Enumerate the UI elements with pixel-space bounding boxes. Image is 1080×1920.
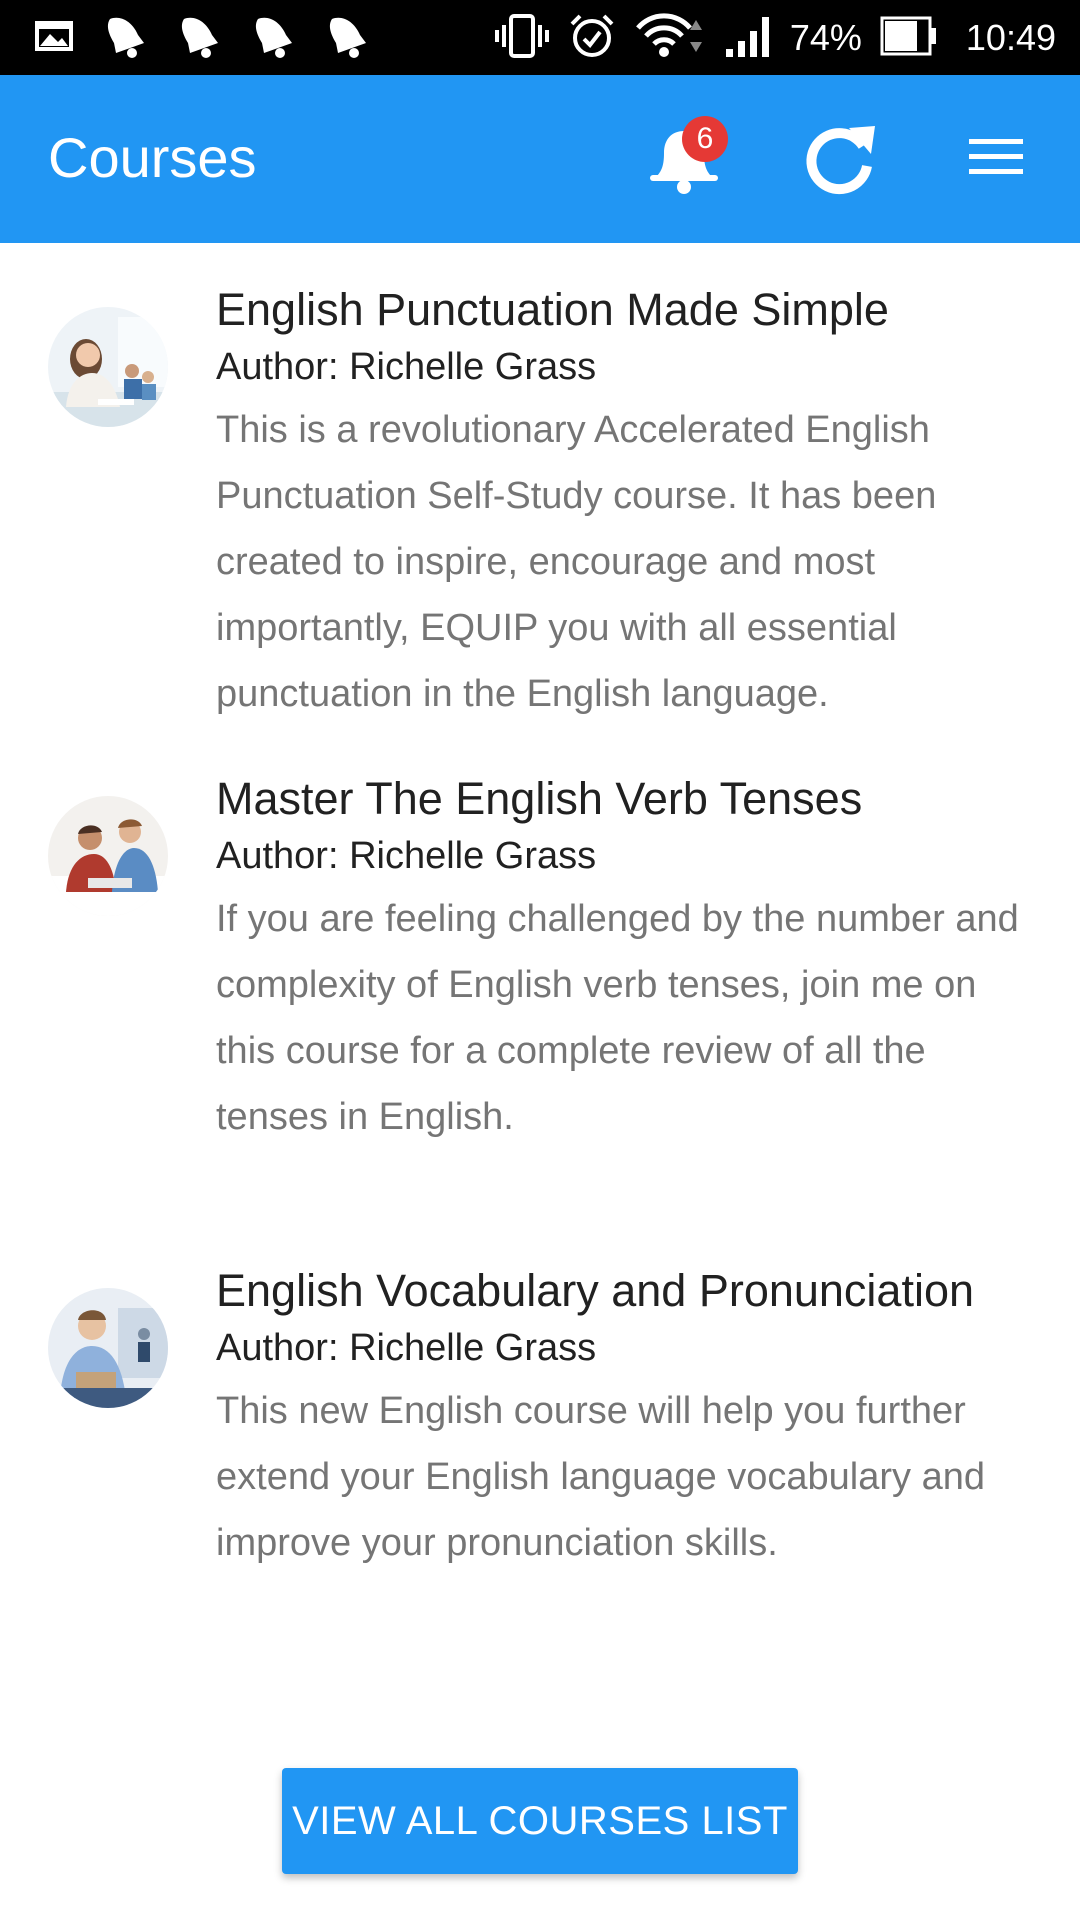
notification-bell-icon [102,13,148,64]
course-author: Author: Richelle Grass [216,835,597,877]
course-description: This new English course will help you fu… [216,1390,985,1564]
course-thumbnail [48,307,168,427]
signal-icon [724,13,772,64]
battery-percent: 74% [789,17,862,58]
wifi-icon [634,12,706,65]
menu-button[interactable] [946,109,1046,209]
refresh-button[interactable] [790,109,890,209]
course-list-item[interactable]: English Vocabulary and Pronunciation Aut… [0,1262,1080,1702]
app-bar: Courses 6 [0,75,1080,243]
status-bar: 74% 10:49 [0,0,1080,75]
course-description: This is a revolutionary Accelerated Engl… [216,409,937,715]
view-all-courses-button[interactable]: VIEW ALL COURSES LIST [282,1768,798,1874]
course-title: Master The English Verb Tenses [216,773,863,824]
course-title: English Punctuation Made Simple [216,284,889,335]
menu-icon [967,135,1025,184]
alarm-icon [568,12,616,65]
gallery-icon [34,20,74,57]
course-author: Author: Richelle Grass [216,346,597,388]
refresh-icon [799,116,881,203]
course-author: Author: Richelle Grass [216,1327,597,1369]
status-clock: 10:49 [965,17,1056,58]
course-text: English Vocabulary and Pronunciation Aut… [216,1262,1036,1576]
course-thumbnail [48,1288,168,1408]
course-list-item[interactable]: English Punctuation Made Simple Author: … [0,281,1080,731]
notification-count-badge: 6 [682,116,728,162]
course-description: If you are feeling challenged by the num… [216,898,1019,1138]
course-list-item[interactable]: Master The English Verb Tenses Author: R… [0,770,1080,1210]
course-thumbnail [48,796,168,916]
page-title: Courses [48,126,257,189]
status-bar-notifications [34,16,370,60]
course-title: English Vocabulary and Pronunciation [216,1265,975,1316]
course-text: Master The English Verb Tenses Author: R… [216,770,1036,1150]
status-bar-system: 74% 10:49 [494,10,1056,66]
course-text: English Punctuation Made Simple Author: … [216,281,1036,727]
vibrate-icon [494,13,550,64]
notification-bell-icon [324,13,370,64]
notification-bell-icon [250,13,296,64]
notification-bell-icon [176,13,222,64]
battery-icon [880,14,938,63]
